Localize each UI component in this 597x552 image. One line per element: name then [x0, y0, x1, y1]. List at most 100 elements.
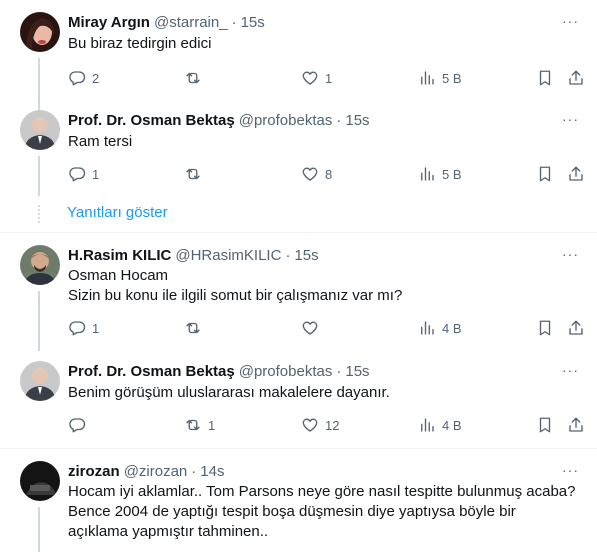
retweet-button[interactable]	[184, 318, 208, 338]
reply-count: 1	[92, 320, 100, 336]
tweet-osman-2[interactable]: Prof. Dr. Osman Bektaş @profobektas · 15…	[0, 361, 597, 441]
separator-dot: ·	[336, 111, 342, 129]
more-icon[interactable]: ···	[562, 247, 579, 261]
reply-icon	[69, 321, 86, 336]
retweet-count: 1	[208, 417, 216, 433]
retweet-button[interactable]	[184, 68, 208, 88]
like-icon	[302, 321, 318, 335]
views-count: 4 B	[442, 320, 462, 336]
thread-line	[38, 156, 40, 196]
like-icon	[302, 167, 318, 181]
show-replies-link[interactable]: Yanıtları göster	[67, 204, 168, 221]
avatar[interactable]	[20, 110, 60, 150]
bookmark-button[interactable]	[536, 164, 554, 184]
views-count: 5 B	[442, 166, 462, 182]
tweet-miray[interactable]: Miray Argın @starrain_ · 15s ··· Bu bira…	[0, 12, 597, 144]
share-icon	[569, 70, 583, 85]
avatar[interactable]	[20, 12, 60, 52]
views-button[interactable]: 5 B	[418, 68, 462, 88]
like-button[interactable]: 8	[301, 164, 332, 184]
separator-dot: ·	[191, 462, 197, 480]
bookmark-button[interactable]	[536, 68, 554, 88]
share-button[interactable]	[567, 318, 585, 338]
like-count: 1	[325, 70, 333, 86]
like-count: 12	[325, 417, 340, 433]
views-button[interactable]: 4 B	[418, 318, 462, 338]
tweet-text: Benim görüşüm uluslararası makalelere da…	[68, 383, 390, 403]
retweet-icon	[186, 419, 200, 431]
share-button[interactable]	[567, 68, 585, 88]
author-name[interactable]: zirozan	[68, 463, 120, 480]
tweet-text-line: Ram tersi	[68, 133, 133, 150]
tweet-header: Miray Argın @starrain_ · 15s	[68, 12, 265, 32]
tweet-text-line: Benim görüşüm uluslararası makalelere da…	[68, 384, 390, 401]
bookmark-button[interactable]	[536, 318, 554, 338]
reply-button[interactable]: 2	[68, 68, 99, 88]
thread-dotted-line	[38, 205, 40, 223]
tweet-text-line: Bence 2004 de yaptığı tespit boşa düşmes…	[68, 503, 516, 520]
timestamp[interactable]: 14s	[200, 463, 224, 480]
avatar[interactable]	[20, 461, 60, 501]
bookmark-icon	[539, 417, 551, 433]
divider	[0, 232, 597, 233]
like-button[interactable]	[301, 318, 325, 338]
avatar[interactable]	[20, 361, 60, 401]
author-name[interactable]: Miray Argın	[68, 14, 150, 31]
views-button[interactable]: 4 B	[418, 415, 462, 435]
retweet-icon	[186, 322, 200, 334]
tweet-text: Ram tersi	[68, 132, 132, 152]
like-count: 8	[325, 166, 333, 182]
views-button[interactable]: 5 B	[418, 164, 462, 184]
reply-icon	[69, 71, 86, 86]
more-icon[interactable]: ···	[562, 112, 579, 126]
share-button[interactable]	[567, 164, 585, 184]
divider	[0, 448, 597, 449]
tweet-zirozan[interactable]: zirozan @zirozan · 14s ··· Hocam iyi akl…	[0, 461, 597, 552]
reply-count: 2	[92, 70, 100, 86]
tweet-text: Hocam iyi aklamlar.. Tom Parsons neye gö…	[68, 482, 575, 542]
tweet-header: H.Rasim KILIC @HRasimKILIC · 15s	[68, 245, 319, 265]
tweet-rasim[interactable]: H.Rasim KILIC @HRasimKILIC · 15s ··· Osm…	[0, 245, 597, 351]
reply-icon	[69, 167, 86, 182]
more-icon[interactable]: ···	[562, 363, 579, 377]
retweet-button[interactable]: 1	[184, 415, 215, 435]
reply-button[interactable]: 1	[68, 164, 99, 184]
author-name[interactable]: H.Rasim KILIC	[68, 247, 171, 264]
bookmark-icon	[539, 70, 551, 86]
like-button[interactable]: 1	[301, 68, 332, 88]
views-icon	[421, 167, 434, 181]
separator-dot: ·	[336, 362, 342, 380]
more-icon[interactable]: ···	[562, 463, 579, 477]
reply-icon	[69, 418, 86, 433]
tweet-text-line: Osman Hocam	[68, 267, 169, 284]
like-button[interactable]: 12	[301, 415, 339, 435]
reply-button[interactable]: 1	[68, 318, 99, 338]
retweet-button[interactable]	[184, 164, 208, 184]
views-count: 4 B	[442, 417, 462, 433]
bookmark-button[interactable]	[536, 415, 554, 435]
timestamp[interactable]: 15s	[241, 14, 265, 31]
more-icon[interactable]: ···	[562, 14, 579, 28]
author-handle[interactable]: @starrain_	[154, 14, 228, 31]
tweet-osman-1[interactable]: Prof. Dr. Osman Bektaş @profobektas · 15…	[0, 110, 597, 196]
author-handle[interactable]: @zirozan	[124, 463, 188, 480]
reply-button[interactable]	[68, 415, 92, 435]
author-name[interactable]: Prof. Dr. Osman Bektaş	[68, 112, 235, 129]
retweet-icon	[186, 72, 200, 84]
retweet-icon	[186, 168, 200, 180]
author-handle[interactable]: @profobektas	[239, 363, 333, 380]
author-handle[interactable]: @profobektas	[239, 112, 333, 129]
action-bar: 1 4 B	[68, 318, 588, 338]
share-icon	[569, 166, 583, 181]
avatar[interactable]	[20, 245, 60, 285]
tweet-header: Prof. Dr. Osman Bektaş @profobektas · 15…	[68, 361, 370, 381]
share-button[interactable]	[567, 415, 585, 435]
author-name[interactable]: Prof. Dr. Osman Bektaş	[68, 363, 235, 380]
timestamp[interactable]: 15s	[345, 112, 369, 129]
tweet-text-line: açıklama yapmıştır tahminen..	[68, 523, 269, 540]
timestamp[interactable]: 15s	[345, 363, 369, 380]
timestamp[interactable]: 15s	[294, 247, 318, 264]
tweet-header: zirozan @zirozan · 14s	[68, 461, 224, 481]
bookmark-icon	[539, 166, 551, 182]
author-handle[interactable]: @HRasimKILIC	[175, 247, 281, 264]
